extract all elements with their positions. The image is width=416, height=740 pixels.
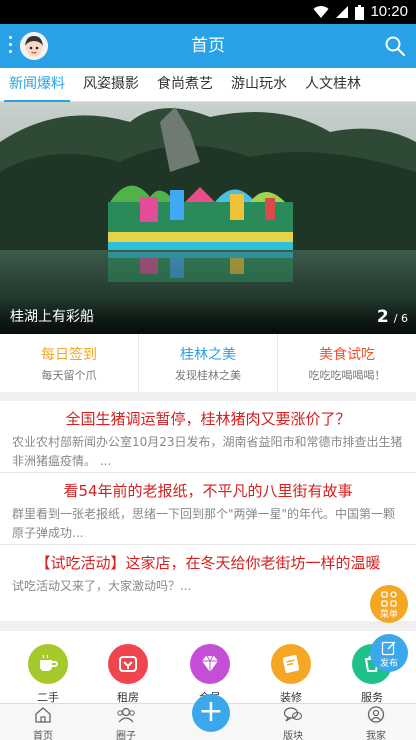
banner-pager: 2 / 6 — [376, 307, 408, 327]
add-post-button[interactable]: + — [192, 694, 230, 732]
ticket-icon — [271, 644, 311, 684]
banner-carousel[interactable]: 桂湖上有彩船 2 / 6 — [0, 102, 416, 334]
news-summary: 试吃活动又来了，大家激动吗？... — [12, 579, 192, 593]
grid-icon — [381, 591, 397, 607]
battery-icon — [355, 4, 365, 20]
shortcut-row: 每日签到 每天留个爪 桂林之美 发现桂林之美 美食试吃 吃吃吃喝喝喝！ — [0, 334, 416, 392]
rent-icon — [108, 644, 148, 684]
app-decoration[interactable]: 装修 — [271, 644, 311, 703]
tab-cooking[interactable]: 食尚煮艺 — [148, 68, 222, 101]
banner-caption-bar: 桂湖上有彩船 2 / 6 — [0, 300, 416, 334]
status-bar: 10:20 — [0, 0, 416, 24]
post-float-button[interactable]: 发布 — [370, 634, 408, 672]
app-rent[interactable]: 租房 — [108, 644, 148, 703]
wifi-icon — [313, 6, 329, 19]
nav-circle[interactable]: 圈子 — [101, 706, 151, 740]
news-headline: 看54年前的老报纸，不平凡的八里街有故事 — [63, 482, 353, 500]
list-item[interactable]: 【试吃活动】这家店，在冬天给你老街坊一样的温暖 试吃活动又来了，大家激动吗？..… — [0, 545, 416, 617]
news-list: 全国生猪调运暂停，桂林猪肉又要涨价了？ 农业农村部新闻办公室10月23日发布，湖… — [0, 401, 416, 621]
category-tabs: 新闻爆料 风姿摄影 食尚煮艺 游山玩水 人文桂林 — [0, 68, 416, 102]
shortcut-beauty[interactable]: 桂林之美 发现桂林之美 — [139, 334, 278, 392]
page-title: 首页 — [191, 36, 225, 56]
app-secondhand[interactable]: 二手 — [28, 644, 68, 703]
diamond-icon — [190, 644, 230, 684]
news-headline: 【试吃活动】这家店，在冬天给你老街坊一样的温暖 — [35, 554, 381, 572]
tab-photography[interactable]: 风姿摄影 — [74, 68, 148, 101]
tab-culture[interactable]: 人文桂林 — [296, 68, 370, 101]
nav-mine[interactable]: 我家 — [351, 706, 401, 740]
menu-float-button[interactable]: 菜单 — [370, 585, 408, 623]
signal-icon — [336, 6, 349, 18]
home-icon — [35, 707, 51, 723]
list-item[interactable]: 全国生猪调运暂停，桂林猪肉又要涨价了？ 农业农村部新闻办公室10月23日发布，湖… — [0, 401, 416, 473]
search-icon[interactable] — [384, 35, 406, 57]
tab-news[interactable]: 新闻爆料 — [0, 68, 74, 102]
shortcut-checkin[interactable]: 每日签到 每天留个爪 — [0, 334, 139, 392]
tab-travel[interactable]: 游山玩水 — [222, 68, 296, 101]
app-grid: 二手 租房 会员 装修 服务 — [0, 631, 416, 703]
list-item[interactable]: 看54年前的老报纸，不平凡的八里街有故事 群里看到一张老报纸，思绪一下回到那个"… — [0, 473, 416, 545]
banner-caption: 桂湖上有彩船 — [10, 309, 94, 325]
plus-icon: + — [198, 694, 224, 729]
news-headline: 全国生猪调运暂停，桂林猪肉又要涨价了？ — [65, 410, 351, 428]
bottom-nav: 首页 圈子 + 版块 我家 — [0, 694, 416, 740]
edit-icon — [381, 641, 396, 656]
app-header: 首页 — [0, 24, 416, 68]
news-summary: 群里看到一张老报纸，思绪一下回到那个"两弹一星"的年代。中国第一颗原子弹成功..… — [12, 507, 396, 540]
cup-icon — [28, 644, 68, 684]
nav-home[interactable]: 首页 — [18, 706, 68, 740]
group-icon — [117, 707, 135, 723]
nav-board[interactable]: 版块 — [268, 706, 318, 740]
shortcut-food-trial[interactable]: 美食试吃 吃吃吃喝喝喝！ — [278, 334, 416, 392]
clock: 10:20 — [370, 3, 408, 20]
user-icon — [367, 706, 385, 723]
chat-icon — [283, 707, 303, 722]
news-summary: 农业农村部新闻办公室10月23日发布，湖南省益阳市和常德市排查出生猪非洲猪瘟疫情… — [12, 435, 403, 468]
